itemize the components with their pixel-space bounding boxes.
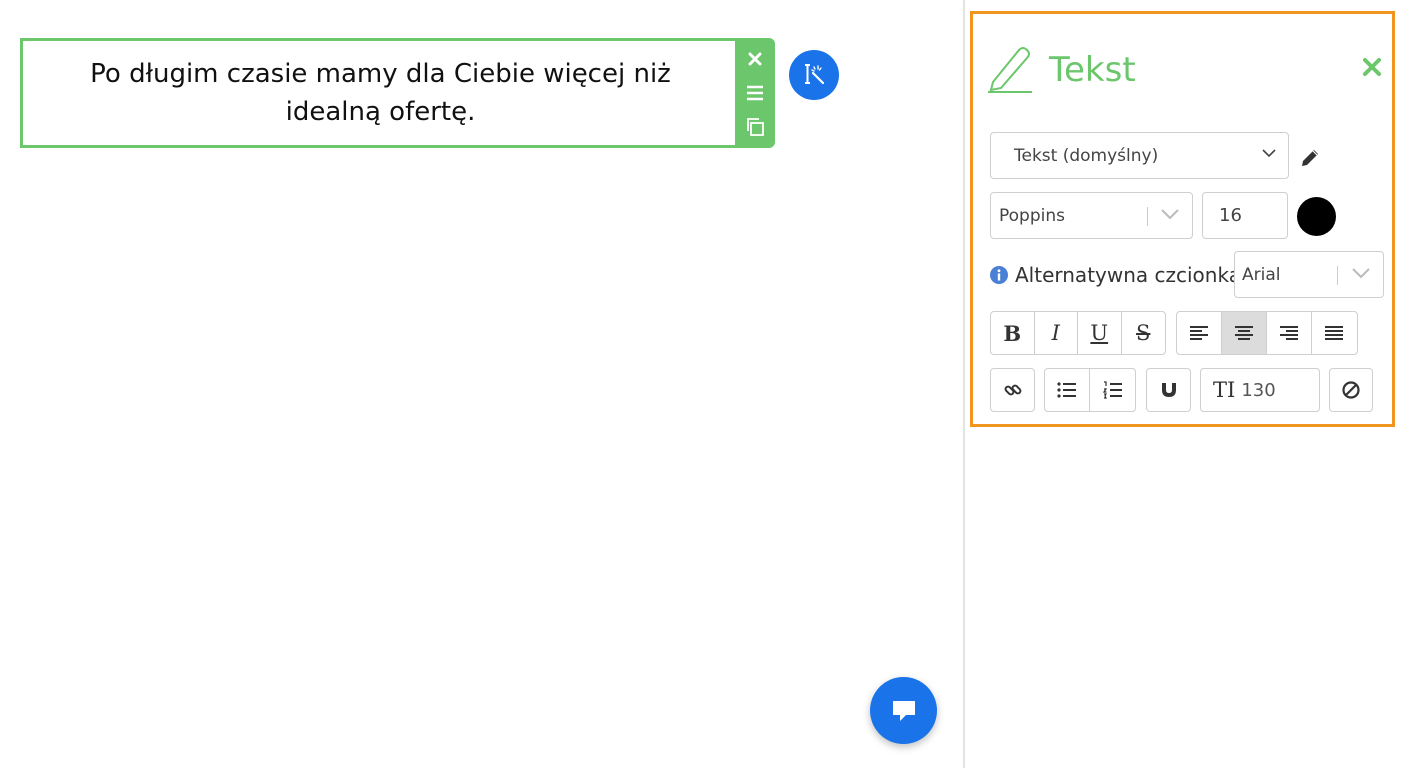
align-justify-icon — [1325, 326, 1344, 340]
chevron-down-icon — [1161, 209, 1179, 220]
duplicate-block-icon[interactable] — [743, 115, 767, 139]
italic-button[interactable]: I — [1035, 312, 1078, 354]
magnet-group — [1146, 368, 1191, 412]
insert-link-button[interactable] — [991, 369, 1034, 411]
select-separator — [1337, 266, 1338, 285]
font-size-input[interactable]: 16 — [1202, 192, 1288, 239]
chat-bubble-icon — [892, 700, 915, 721]
numbered-list-button[interactable] — [1090, 369, 1135, 411]
block-toolbar — [735, 38, 775, 148]
text-style-select[interactable]: Tekst (domyślny) — [990, 132, 1289, 179]
pencil-icon — [988, 47, 1032, 93]
text-properties-panel: Tekst Tekst (domyślny) Poppins 16 Altern… — [970, 11, 1395, 427]
panel-divider — [963, 0, 965, 768]
ban-icon — [1342, 381, 1360, 399]
align-right-icon — [1280, 326, 1298, 340]
list-group — [1044, 368, 1136, 412]
select-separator — [1147, 207, 1148, 226]
chat-button[interactable] — [870, 677, 937, 744]
panel-title: Tekst — [1049, 50, 1136, 90]
align-right-button[interactable] — [1267, 312, 1312, 354]
alt-font-select[interactable]: Arial — [1234, 251, 1384, 298]
bullet-list-button[interactable] — [1045, 369, 1091, 411]
chevron-down-icon — [1262, 149, 1276, 158]
align-center-icon — [1235, 326, 1253, 340]
font-family-value: Poppins — [999, 205, 1065, 226]
align-center-button[interactable] — [1222, 312, 1267, 354]
text-block-content[interactable]: Po długim czasie mamy dla Ciebie więcej … — [63, 55, 698, 131]
line-height-icon: TI — [1213, 378, 1236, 402]
line-height-value: 130 — [1241, 379, 1276, 401]
text-block[interactable]: Po długim czasie mamy dla Ciebie więcej … — [20, 38, 738, 148]
close-icon[interactable] — [1361, 56, 1383, 78]
numbered-list-icon — [1102, 381, 1122, 399]
info-icon[interactable] — [990, 266, 1008, 284]
font-size-value: 16 — [1219, 205, 1242, 226]
text-align-group — [1176, 311, 1358, 355]
align-left-icon — [1190, 326, 1208, 340]
strikethrough-button[interactable]: S — [1122, 312, 1165, 354]
magnet-button[interactable] — [1147, 369, 1190, 411]
magic-cursor-icon — [805, 64, 825, 85]
edit-style-pencil-icon[interactable] — [1298, 146, 1322, 170]
alt-font-value: Arial — [1242, 264, 1281, 285]
text-format-group: B I U S — [990, 311, 1166, 355]
line-height-input[interactable]: TI 130 — [1201, 369, 1319, 411]
clear-format-group — [1329, 368, 1373, 412]
underline-button[interactable]: U — [1078, 312, 1122, 354]
clear-formatting-button[interactable] — [1330, 369, 1372, 411]
link-icon — [1004, 384, 1021, 396]
bold-button[interactable]: B — [991, 312, 1035, 354]
line-height-group: TI 130 — [1200, 368, 1320, 412]
magnet-icon — [1161, 383, 1176, 397]
font-family-select[interactable]: Poppins — [990, 192, 1193, 239]
align-justify-button[interactable] — [1312, 312, 1357, 354]
bullet-list-icon — [1057, 382, 1076, 398]
link-group — [990, 368, 1035, 412]
editor-canvas: Po długim czasie mamy dla Ciebie więcej … — [0, 0, 964, 768]
delete-block-icon[interactable] — [743, 47, 767, 71]
align-left-button[interactable] — [1177, 312, 1222, 354]
panel-header: Tekst — [987, 44, 1387, 94]
text-color-swatch[interactable] — [1297, 197, 1336, 236]
text-style-value: Tekst (domyślny) — [1014, 145, 1159, 166]
ai-text-assistant-button[interactable] — [789, 50, 839, 100]
drag-handle-icon[interactable] — [743, 81, 767, 105]
alt-font-label: Alternatywna czcionka: — [1015, 263, 1248, 287]
chevron-down-icon — [1352, 268, 1370, 279]
